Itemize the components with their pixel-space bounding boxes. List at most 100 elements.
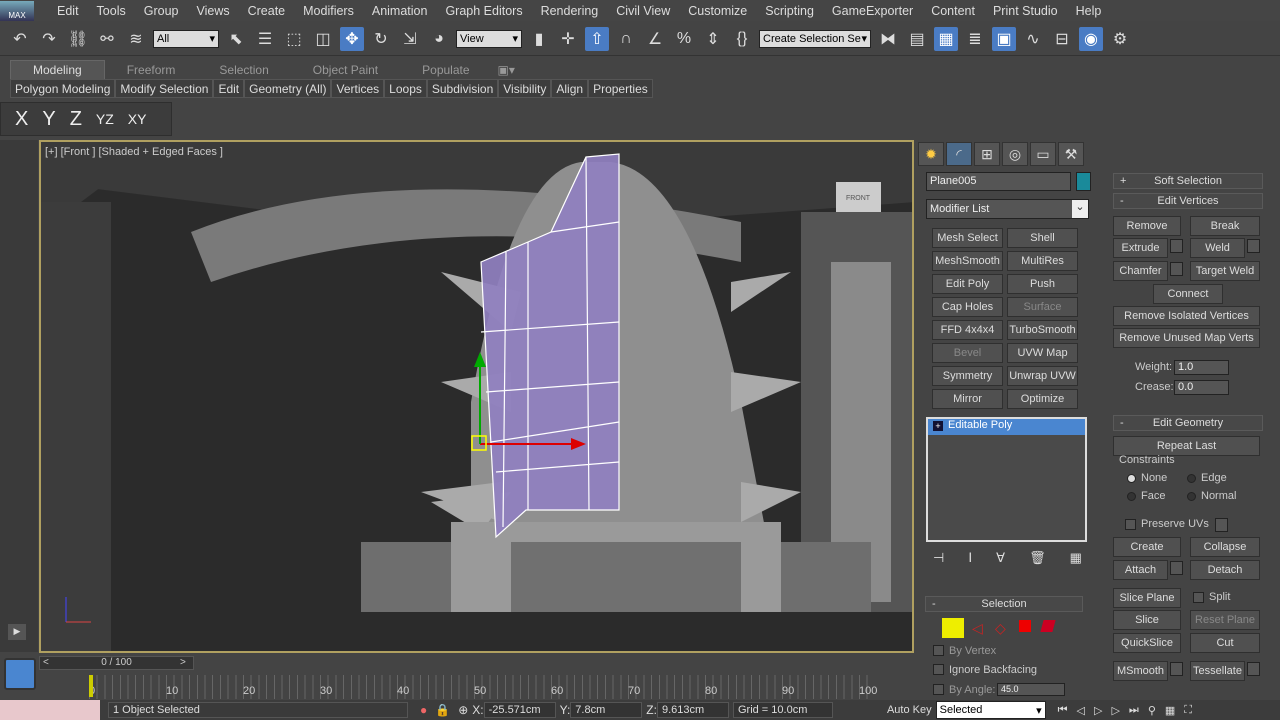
menu-graph-editors[interactable]: Graph Editors xyxy=(436,4,531,18)
menu-civil-view[interactable]: Civil View xyxy=(607,4,679,18)
preserve-uvs-checkbox[interactable] xyxy=(1125,519,1136,530)
border-mode-icon[interactable]: ◇ xyxy=(995,620,1006,637)
modifier-button-meshsmooth[interactable]: MeshSmooth xyxy=(932,251,1003,271)
expand-plus-icon[interactable]: + xyxy=(933,421,943,431)
link-icon[interactable]: ⛓ xyxy=(66,27,90,51)
remove-button[interactable]: Remove xyxy=(1113,216,1181,236)
repeat-last-button[interactable]: Repeat Last xyxy=(1113,436,1260,456)
edge-mode-icon[interactable]: ◁ xyxy=(972,620,983,637)
spinner-snap-icon[interactable]: ⇕ xyxy=(701,27,725,51)
connect-button[interactable]: Connect xyxy=(1153,284,1223,304)
modifier-button-surface[interactable]: Surface xyxy=(1007,297,1078,317)
menu-gameexporter[interactable]: GameExporter xyxy=(823,4,922,18)
menu-create[interactable]: Create xyxy=(239,4,295,18)
edit-named-selection-icon[interactable]: {} xyxy=(730,27,754,51)
collapse-button[interactable]: Collapse xyxy=(1190,537,1260,557)
chamfer-button[interactable]: Chamfer xyxy=(1113,261,1168,281)
ribbon-tab-object-paint[interactable]: Object Paint xyxy=(291,61,400,79)
by-angle-checkbox[interactable] xyxy=(933,684,944,695)
make-unique-icon[interactable]: ∀ xyxy=(996,550,1005,566)
expand-toggle-icon[interactable]: + xyxy=(1120,175,1126,187)
selection-filter-dropdown[interactable]: All ▾ xyxy=(153,29,219,48)
ribbon-panel-edit[interactable]: Edit xyxy=(213,79,245,98)
play-icon[interactable]: ▶ xyxy=(8,624,26,640)
detach-button[interactable]: Detach xyxy=(1190,560,1260,580)
tessellate-settings-icon[interactable] xyxy=(1247,662,1260,676)
pin-stack-icon[interactable]: ⊣ xyxy=(933,550,944,566)
ribbon-toggle-icon[interactable]: ▣ xyxy=(992,26,1016,51)
pivot-center-icon[interactable]: ▮ xyxy=(527,27,551,51)
constraint-normal-radio[interactable] xyxy=(1187,492,1196,501)
ribbon-options-icon[interactable]: ▣▾ xyxy=(492,61,521,79)
configure-modifier-sets-icon[interactable]: ▦ xyxy=(1070,550,1082,566)
axis-constraint-yz[interactable]: YZ xyxy=(96,111,114,127)
attach-button[interactable]: Attach xyxy=(1113,560,1168,580)
mini-listener[interactable] xyxy=(4,658,36,690)
modifier-button-uvw-map[interactable]: UVW Map xyxy=(1007,343,1078,363)
window-crossing-icon[interactable]: ◫ xyxy=(311,27,335,51)
hierarchy-tab-icon[interactable]: ⊞ xyxy=(974,142,1000,166)
go-to-end-icon[interactable]: ⏭ xyxy=(1129,704,1139,717)
menu-modifiers[interactable]: Modifiers xyxy=(294,4,363,18)
ribbon-panel-vertices[interactable]: Vertices xyxy=(331,79,385,98)
maxscript-listener[interactable] xyxy=(0,700,100,720)
rect-selection-icon[interactable]: ⬚ xyxy=(282,27,306,51)
axis-constraint-x[interactable]: X xyxy=(15,108,28,131)
previous-key-icon[interactable]: ◁ xyxy=(1077,704,1085,717)
edit-geometry-rollout-header[interactable]: - Edit Geometry xyxy=(1113,415,1263,431)
modifier-button-bevel[interactable]: Bevel xyxy=(932,343,1003,363)
modifier-button-multires[interactable]: MultiRes xyxy=(1007,251,1078,271)
key-mode-dropdown[interactable]: Selected ▾ xyxy=(935,701,1046,719)
modifier-list-dropdown[interactable]: Modifier List ⌄ xyxy=(926,199,1089,219)
ignore-backfacing-checkbox[interactable] xyxy=(933,664,944,675)
menu-edit[interactable]: Edit xyxy=(48,4,88,18)
utilities-tab-icon[interactable]: ⚒ xyxy=(1058,142,1084,166)
weight-field[interactable]: 1.0 xyxy=(1174,360,1229,375)
material-editor-icon[interactable]: ◉ xyxy=(1079,26,1103,51)
menu-views[interactable]: Views xyxy=(187,4,238,18)
preserve-uvs-settings-icon[interactable] xyxy=(1215,518,1228,532)
next-key-icon[interactable]: ▷ xyxy=(1111,704,1119,717)
ribbon-panel-subdivision[interactable]: Subdivision xyxy=(426,79,499,98)
break-button[interactable]: Break xyxy=(1190,216,1260,236)
motion-tab-icon[interactable]: ◎ xyxy=(1002,142,1028,166)
manipulate-icon[interactable]: ✛ xyxy=(556,27,580,51)
y-coordinate-field[interactable]: 7.8cm xyxy=(570,702,643,718)
reference-coord-dropdown[interactable]: View ▾ xyxy=(456,29,522,48)
menu-rendering[interactable]: Rendering xyxy=(532,4,608,18)
ribbon-panel-align[interactable]: Align xyxy=(551,79,589,98)
place-icon[interactable]: ◕ xyxy=(427,27,451,51)
constraint-edge-radio[interactable] xyxy=(1187,474,1196,483)
modifier-button-cap-holes[interactable]: Cap Holes xyxy=(932,297,1003,317)
lock-selection-icon[interactable]: 🔒 xyxy=(435,703,450,717)
selection-rollout-header[interactable]: - Selection xyxy=(925,596,1083,612)
modifier-button-optimize[interactable]: Optimize xyxy=(1007,389,1078,409)
z-coordinate-field[interactable]: 9.613cm xyxy=(656,702,729,718)
modifier-button-shell[interactable]: Shell xyxy=(1007,228,1078,248)
schematic-view-icon[interactable]: ⊟ xyxy=(1050,27,1074,51)
polygon-mode-icon[interactable] xyxy=(1019,620,1031,632)
ribbon-tab-selection[interactable]: Selection xyxy=(197,61,290,79)
menu-animation[interactable]: Animation xyxy=(363,4,437,18)
vertex-mode-icon[interactable] xyxy=(942,618,964,638)
modify-tab-icon[interactable]: ◜ xyxy=(946,142,972,166)
ribbon-tab-freeform[interactable]: Freeform xyxy=(105,61,198,79)
scene-explorer-icon[interactable]: ▦ xyxy=(934,26,958,51)
ribbon-tab-modeling[interactable]: Modeling xyxy=(10,60,105,79)
remove-unused-map-verts-button[interactable]: Remove Unused Map Verts xyxy=(1113,328,1260,348)
object-color-swatch[interactable] xyxy=(1076,172,1091,191)
constraint-face-radio[interactable] xyxy=(1127,492,1136,501)
select-object-icon[interactable]: ⬉ xyxy=(224,27,248,51)
axis-constraint-y[interactable]: Y xyxy=(42,108,55,131)
zoom-all-icon[interactable]: ▦ xyxy=(1165,704,1175,717)
modifier-button-unwrap-uvw[interactable]: Unwrap UVW xyxy=(1007,366,1078,386)
remove-isolated-vertices-button[interactable]: Remove Isolated Vertices xyxy=(1113,306,1260,326)
unlink-icon[interactable]: ⚯ xyxy=(95,27,119,51)
rotate-icon[interactable]: ↻ xyxy=(369,27,393,51)
edit-vertices-rollout-header[interactable]: - Edit Vertices xyxy=(1113,193,1263,209)
prev-frame-icon[interactable]: < xyxy=(43,657,49,668)
viewport-front[interactable]: FRONT [+] [Front ] [Shaded + Edged Faces… xyxy=(39,140,914,653)
mirror-icon[interactable]: ⧓ xyxy=(876,27,900,51)
msmooth-button[interactable]: MSmooth xyxy=(1113,661,1168,681)
percent-snap-icon[interactable]: % xyxy=(672,27,696,51)
